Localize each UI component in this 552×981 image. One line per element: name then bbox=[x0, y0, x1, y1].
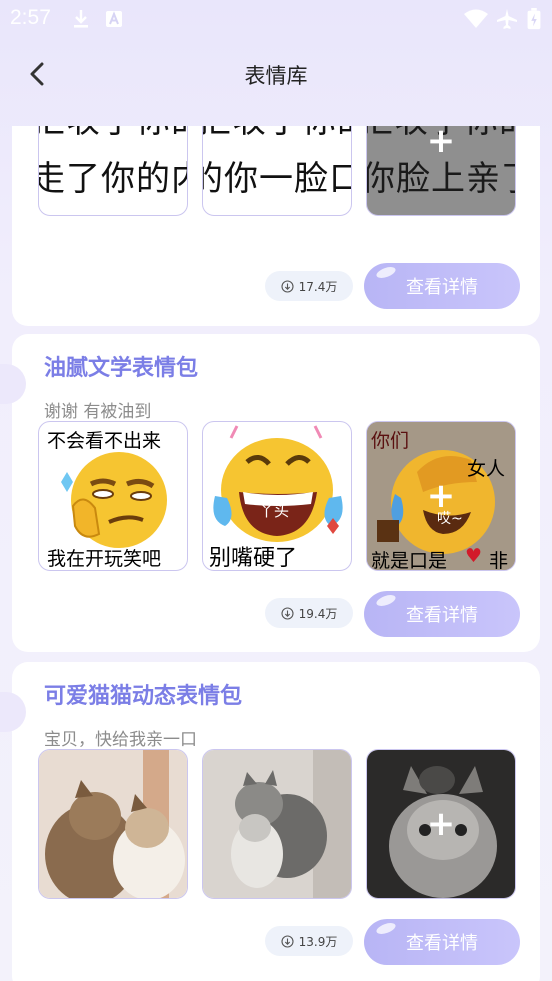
status-time: 2:57 bbox=[10, 6, 51, 29]
download-count-badge: 13.9万 bbox=[265, 926, 353, 956]
sticker-thumbnail[interactable]: 丫头 别嘴硬了 bbox=[202, 421, 352, 571]
view-details-button[interactable]: 查看详情 bbox=[364, 263, 520, 309]
sticker-thumbnail[interactable]: 拒收了你的 走了你的内 bbox=[38, 126, 188, 216]
sticker-thumbnail[interactable]: 拒收了你的 的你一脸口 bbox=[202, 126, 352, 216]
more-plus-icon: + bbox=[426, 476, 456, 516]
page-title: 表情库 bbox=[244, 64, 308, 88]
sticker-text: 不会看不出来 bbox=[47, 430, 162, 452]
cats-kissing-image bbox=[39, 750, 187, 898]
heart-icon: ♥ bbox=[465, 545, 483, 567]
sticker-text: 拒收了你的 bbox=[203, 126, 351, 142]
sticker-thumbnail[interactable]: 你们 女人 哎~ 就是口是 ♥ 非 + bbox=[366, 421, 516, 571]
sticker-text: 就是口是 bbox=[371, 550, 448, 571]
sticker-text: 的你一脸口 bbox=[203, 159, 351, 199]
sticker-text: 非 bbox=[489, 550, 509, 571]
view-details-button[interactable]: 查看详情 bbox=[364, 919, 520, 965]
view-details-label: 查看详情 bbox=[406, 277, 478, 298]
download-count: 17.4万 bbox=[298, 279, 338, 294]
battery-icon bbox=[527, 8, 541, 30]
pack-subtitle: 谢谢 有被油到 bbox=[44, 402, 152, 422]
sticker-pack-card: 可爱猫猫动态表情包 宝贝，快给我亲一口 + 13.9万 查看详情 bbox=[0, 662, 540, 981]
sticker-text: 你们 bbox=[371, 430, 410, 452]
view-details-label: 查看详情 bbox=[406, 605, 478, 626]
status-bar: 2:57 bbox=[0, 0, 552, 38]
card-side-tab bbox=[0, 692, 26, 732]
pack-subtitle: 宝贝，快给我亲一口 bbox=[44, 730, 197, 750]
download-count-badge: 19.4万 bbox=[265, 598, 353, 628]
sticker-text: 拒收了你的 bbox=[39, 126, 187, 142]
download-circle-icon bbox=[281, 606, 294, 620]
card-side-tab bbox=[0, 364, 26, 404]
airplane-mode-icon bbox=[497, 9, 517, 29]
sticker-text: 丫头 bbox=[259, 502, 290, 520]
download-circle-icon bbox=[281, 934, 294, 948]
sticker-pack-card: 油腻文学表情包 谢谢 有被油到 不会看不出来 我在开玩笑吧 丫头 别嘴硬了 你们… bbox=[0, 334, 540, 652]
view-details-label: 查看详情 bbox=[406, 933, 478, 954]
download-count: 19.4万 bbox=[298, 606, 338, 621]
sticker-pack-card: 拒收了你的 走了你的内 拒收了你的 的你一脸口 拒收了你的 你脸上亲了 + 17… bbox=[12, 126, 540, 326]
view-details-button[interactable]: 查看详情 bbox=[364, 591, 520, 637]
wifi-icon bbox=[464, 9, 488, 28]
notification-a-icon bbox=[106, 11, 122, 27]
title-bar: 表情库 bbox=[0, 38, 552, 110]
sticker-thumbnail[interactable] bbox=[202, 749, 352, 899]
sticker-text: 女人 bbox=[467, 458, 506, 480]
sticker-thumbnail[interactable]: + bbox=[366, 749, 516, 899]
sticker-pack-list[interactable]: 拒收了你的 走了你的内 拒收了你的 的你一脸口 拒收了你的 你脸上亲了 + 17… bbox=[0, 126, 552, 981]
sticker-text: 别嘴硬了 bbox=[209, 546, 298, 571]
download-count: 13.9万 bbox=[298, 934, 338, 949]
download-count-badge: 17.4万 bbox=[265, 271, 353, 301]
pack-title[interactable]: 可爱猫猫动态表情包 bbox=[44, 678, 242, 710]
sticker-thumbnail[interactable]: 不会看不出来 我在开玩笑吧 bbox=[38, 421, 188, 571]
download-circle-icon bbox=[281, 279, 294, 293]
sticker-text: 走了你的内 bbox=[38, 159, 187, 199]
sticker-thumbnail[interactable] bbox=[38, 749, 188, 899]
download-icon bbox=[74, 10, 88, 28]
sticker-thumbnail[interactable]: 拒收了你的 你脸上亲了 + bbox=[366, 126, 516, 216]
more-plus-icon: + bbox=[426, 804, 456, 844]
cats-hugging-image bbox=[203, 750, 351, 898]
sticker-text: 我在开玩笑吧 bbox=[47, 548, 162, 570]
more-plus-icon: + bbox=[426, 126, 456, 161]
pack-title[interactable]: 油腻文学表情包 bbox=[44, 350, 198, 382]
